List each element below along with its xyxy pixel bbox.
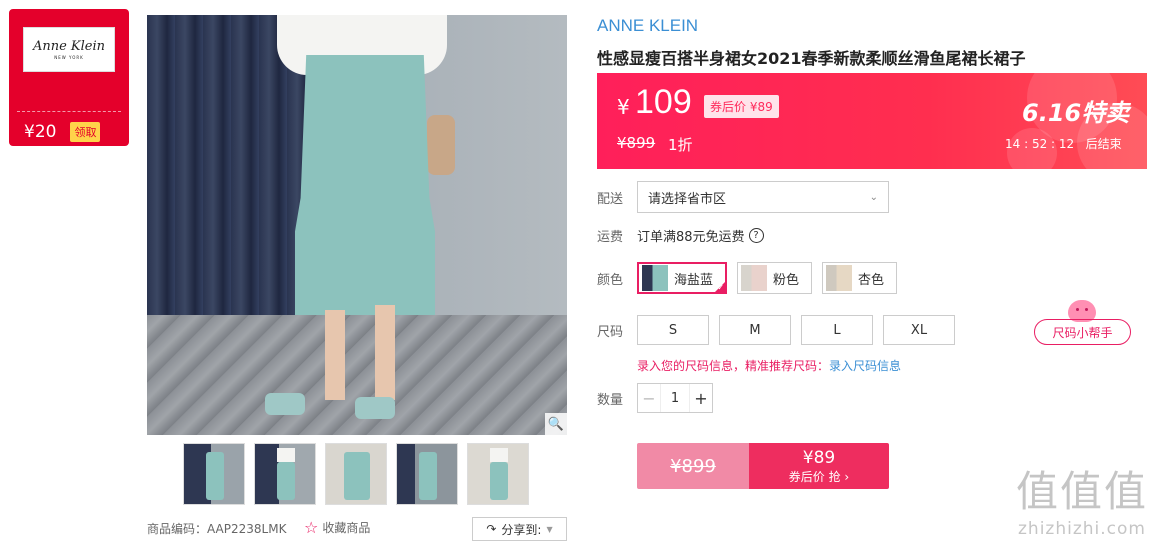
favorite-button[interactable]: ☆ 收藏商品: [304, 518, 370, 537]
quantity-label: 数量: [597, 392, 624, 408]
checkmark-icon: ✓: [717, 283, 725, 292]
chevron-down-icon: ▼: [546, 524, 553, 534]
product-title: 性感显瘦百搭半身裙女2021春季新款柔顺丝滑鱼尾裙长裙子: [597, 49, 1026, 68]
region-select[interactable]: 请选择省市区 ⌄: [637, 181, 889, 213]
thumbnail-figure: [419, 452, 437, 500]
star-icon: ☆: [304, 518, 319, 537]
watermark-domain: zhizhizhi.com: [1018, 519, 1146, 539]
price-currency: ¥: [617, 95, 630, 119]
color-option-sea-salt-blue[interactable]: 海盐蓝 ✓: [637, 262, 728, 294]
countdown-value: 14 : 52 : 12: [1005, 137, 1075, 151]
color-swatch: [826, 265, 853, 291]
thumbnail-top: [277, 448, 295, 462]
share-button[interactable]: ↷ 分享到: ▼: [472, 517, 567, 541]
coupon-divider: [9, 104, 129, 118]
color-swatch: [642, 265, 668, 291]
image-leg: [325, 310, 345, 400]
shipping-value: 订单满88元免运费: [637, 230, 745, 245]
thumbnail-strip: [183, 443, 529, 505]
color-option-apricot[interactable]: 杏色: [822, 262, 898, 294]
quantity-plus-button[interactable]: +: [690, 384, 712, 412]
store-logo-signature: Anne Klein: [32, 39, 106, 54]
coupon-claim-button[interactable]: 领取: [70, 122, 101, 142]
delivery-row: 配送 请选择省市区 ⌄: [597, 181, 889, 213]
size-row: 尺码 S M L XL: [597, 315, 955, 345]
image-bag: [427, 115, 455, 175]
zoom-icon[interactable]: 🔍: [545, 413, 567, 435]
product-sku: 商品编码：AAP2238LMK: [147, 522, 287, 536]
discount-label: 1折: [668, 136, 693, 154]
image-shoe: [265, 393, 305, 415]
color-swatch: [741, 265, 768, 291]
store-logo[interactable]: Anne Klein NEW YORK: [23, 27, 115, 72]
thumbnail-figure: [490, 462, 508, 500]
chevron-down-icon: ⌄: [869, 191, 878, 203]
shipping-row: 运费 订单满88元免运费 ?: [597, 226, 764, 245]
size-hint-text: 录入您的尺码信息，精准推荐尺码：: [637, 359, 830, 373]
quantity-minus-button[interactable]: −: [638, 384, 660, 412]
quantity-row: 数量 − 1 +: [597, 383, 713, 413]
delivery-label: 配送: [597, 191, 624, 207]
size-label: 尺码: [597, 324, 624, 340]
thumbnail[interactable]: [254, 443, 316, 505]
region-select-value: 请选择省市区: [648, 191, 727, 207]
price-panel: ¥ 109 券后价 ¥89 ¥899 1折 6.16特卖 14 : 52 : 1…: [597, 73, 1147, 169]
color-row: 颜色 海盐蓝 ✓ 粉色 杏色: [597, 262, 898, 294]
shipping-label: 运费: [597, 230, 624, 245]
color-option-label: 海盐蓝: [674, 272, 714, 288]
size-option-m[interactable]: M: [719, 315, 791, 345]
watermark: 值值值 zhizhizhi.com: [1016, 458, 1148, 539]
share-icon: ↷: [486, 522, 497, 536]
color-label: 颜色: [597, 272, 624, 288]
buy-cta-label: 券后价 抢 ›: [788, 469, 850, 484]
color-option-label: 粉色: [773, 272, 800, 288]
color-option-label: 杏色: [858, 272, 885, 288]
coupon-amount: ¥20: [24, 122, 57, 142]
thumbnail-figure: [277, 462, 295, 500]
countdown-suffix: 后结束: [1085, 137, 1122, 151]
brand-link[interactable]: ANNE KLEIN: [597, 16, 698, 36]
image-shoe: [355, 397, 395, 419]
image-leg: [375, 305, 395, 400]
color-option-pink[interactable]: 粉色: [737, 262, 813, 294]
favorite-label: 收藏商品: [322, 521, 371, 535]
current-price: 109: [635, 83, 692, 121]
thumbnail-figure: [206, 452, 224, 500]
quantity-input[interactable]: 1: [660, 384, 690, 412]
size-hint-link[interactable]: 录入尺码信息: [829, 359, 901, 373]
store-badge[interactable]: Anne Klein NEW YORK ¥20 领取: [9, 9, 129, 146]
thumbnail-figure: [344, 452, 370, 500]
countdown-timer: 14 : 52 : 12 后结束: [1005, 135, 1122, 152]
watermark-glyphs: 值值值: [1015, 467, 1148, 516]
thumbnail[interactable]: [396, 443, 458, 505]
image-skirt: [295, 55, 435, 315]
size-helper-button[interactable]: 尺码小帮手: [1034, 319, 1131, 345]
buy-after-coupon[interactable]: ¥89 券后价 抢 ›: [749, 443, 889, 489]
share-label: 分享到:: [501, 522, 542, 537]
thumbnail[interactable]: [467, 443, 529, 505]
buy-button[interactable]: ¥899 ¥89 券后价 抢 ›: [637, 443, 889, 489]
quantity-stepper: − 1 +: [637, 383, 713, 413]
thumbnail[interactable]: [183, 443, 245, 505]
thumbnail-top: [490, 448, 508, 462]
store-coupon[interactable]: ¥20 领取: [14, 121, 124, 143]
buy-price: ¥89: [802, 447, 836, 468]
size-hint: 录入您的尺码信息，精准推荐尺码：录入尺码信息: [637, 357, 901, 374]
main-product-image[interactable]: 🔍: [147, 15, 567, 435]
help-icon[interactable]: ?: [748, 228, 764, 243]
size-option-xl[interactable]: XL: [883, 315, 955, 345]
buy-original-price: ¥899: [637, 443, 749, 489]
size-options: S M L XL: [637, 315, 955, 345]
promo-title: 6.16特卖: [1022, 99, 1130, 127]
color-options: 海盐蓝 ✓ 粉色 杏色: [637, 262, 898, 294]
original-price: ¥899: [617, 134, 656, 152]
after-coupon-badge: 券后价 ¥89: [704, 95, 779, 118]
thumbnail[interactable]: [325, 443, 387, 505]
store-logo-subtitle: NEW YORK: [54, 55, 84, 60]
size-option-l[interactable]: L: [801, 315, 873, 345]
size-option-s[interactable]: S: [637, 315, 709, 345]
